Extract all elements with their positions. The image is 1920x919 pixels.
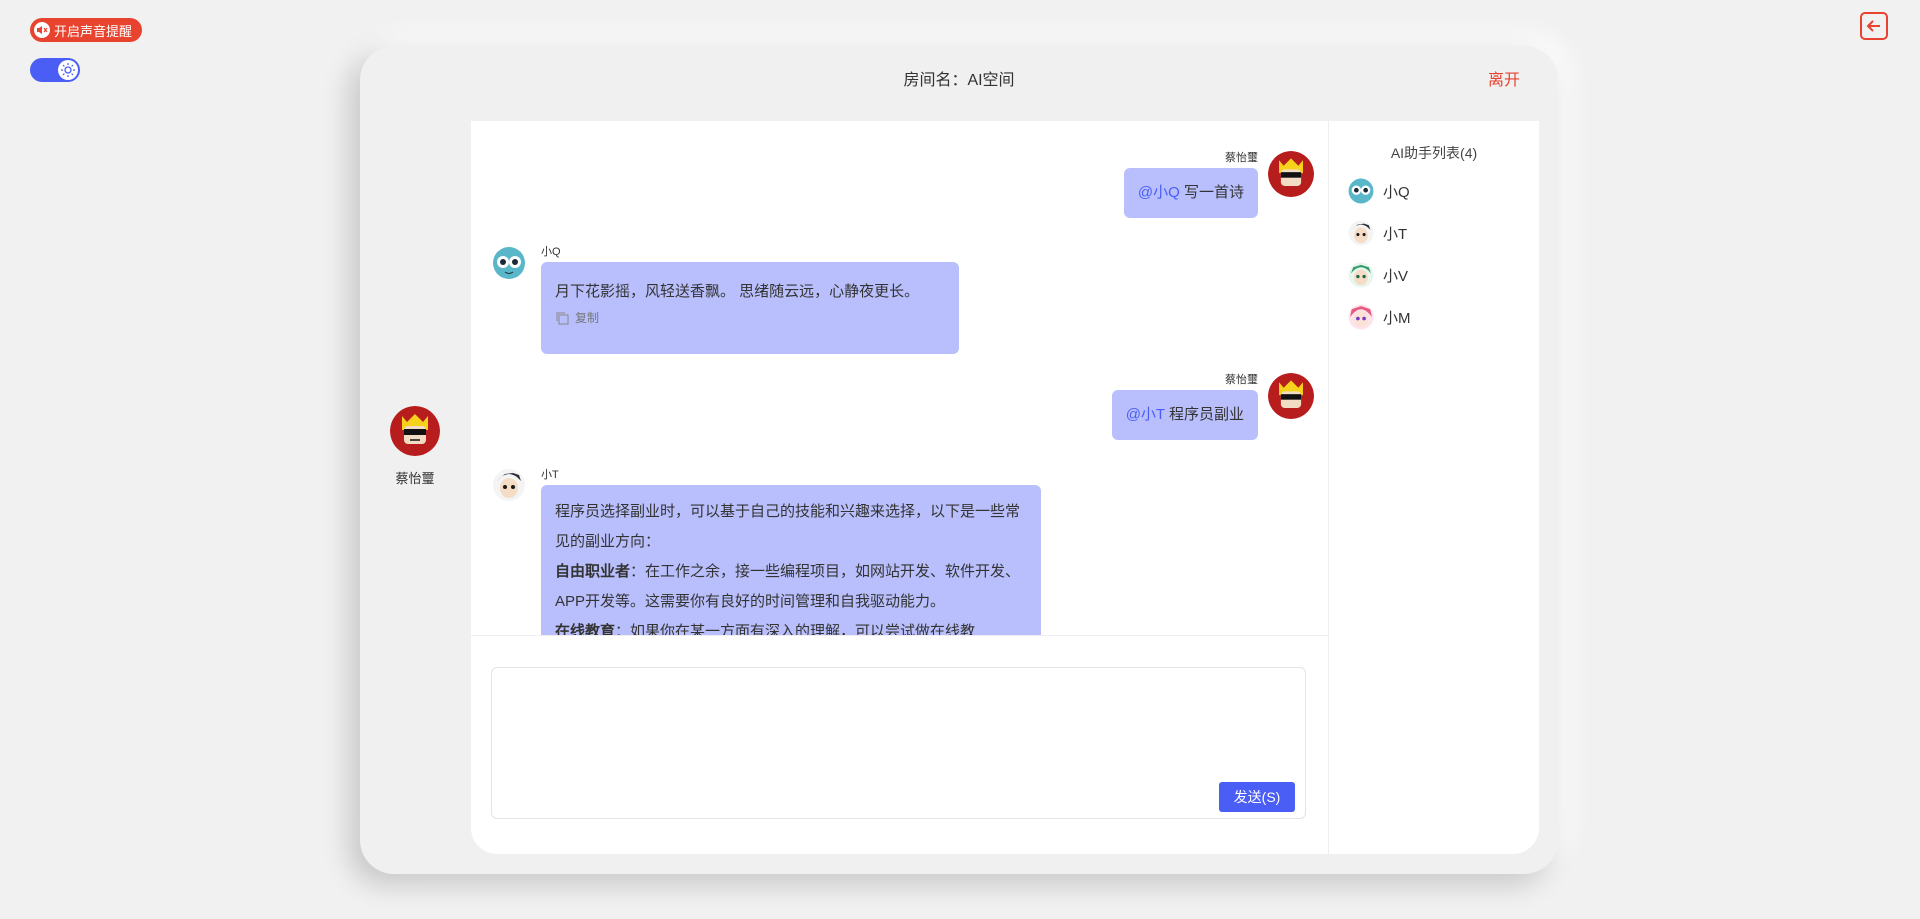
sound-alert-label: 开启声音提醒	[54, 23, 133, 39]
copy-label: 复制	[575, 311, 600, 325]
ai-assistant-list: AI助手列表(4) 小Q 小T 小V 小M	[1328, 121, 1539, 854]
avatar	[491, 467, 527, 503]
avatar	[1348, 178, 1374, 204]
message-composer: 发送(S)	[491, 667, 1306, 819]
logout-icon[interactable]	[1858, 10, 1890, 42]
message-bubble: 月下花影摇，风轻送香飘。 思绪随云远，心静夜更长。 复制	[541, 262, 959, 354]
avatar	[1348, 262, 1374, 288]
message-sender: 蔡怡璽	[1225, 374, 1258, 386]
message-ai: 小T 程序员选择副业时，可以基于自己的技能和兴趣来选择，以下是一些常见的副业方向…	[541, 466, 1041, 636]
message-sender: 小Q	[541, 246, 561, 258]
ai-item-xiaoq[interactable]: 小Q	[1329, 177, 1539, 205]
message-bubble: @小T 程序员副业	[1111, 390, 1258, 440]
chat-panel: 蔡怡璽 @小Q 写一首诗 小Q 月下花影摇，风轻送香飘。 思绪随云远，心静夜更长…	[471, 121, 1539, 854]
mention: @小Q	[1137, 184, 1180, 201]
speaker-muted-icon	[34, 22, 50, 38]
chat-room: 房间名：AI空间 离开 蔡怡璽 蔡怡璽 @小Q 写一首诗 小Q 月下花影摇，风轻…	[360, 46, 1558, 874]
message-input[interactable]	[492, 668, 1305, 818]
room-title: 房间名：AI空间	[903, 72, 1015, 89]
ai-item-name: 小V	[1383, 267, 1409, 285]
leave-button[interactable]: 离开	[1488, 66, 1520, 90]
message-sender: 小T	[541, 469, 559, 481]
message-sender: 蔡怡璽	[1225, 152, 1258, 164]
message-list[interactable]: 蔡怡璽 @小Q 写一首诗 小Q 月下花影摇，风轻送香飘。 思绪随云远，心静夜更长…	[471, 121, 1328, 636]
ai-item-xiaov[interactable]: 小V	[1329, 261, 1539, 289]
ai-item-name: 小M	[1383, 309, 1411, 327]
copy-button[interactable]: 复制	[555, 309, 945, 326]
avatar	[1268, 373, 1314, 419]
message-text: 写一首诗	[1179, 184, 1244, 201]
message-text: 月下花影摇，风轻送香飘。 思绪随云远，心静夜更长。	[555, 283, 920, 300]
message-user: 蔡怡璽 @小T 程序员副业	[1111, 371, 1258, 440]
message-user: 蔡怡璽 @小Q 写一首诗	[1123, 149, 1258, 218]
list-item-text: ：如果你在某一方面有深入的理解，可以尝试做在线教	[615, 623, 976, 636]
ai-item-name: 小T	[1383, 225, 1408, 243]
avatar	[1348, 220, 1374, 246]
avatar	[1348, 304, 1374, 330]
list-item-title: 自由职业者	[555, 563, 631, 580]
message-ai: 小Q 月下花影摇，风轻送香飘。 思绪随云远，心静夜更长。 复制	[541, 243, 959, 354]
mention: @小T	[1125, 406, 1165, 423]
current-user-name: 蔡怡璽	[395, 471, 435, 486]
sound-alert-toggle[interactable]: 开启声音提醒	[30, 18, 143, 42]
message-text: 程序员选择副业时，可以基于自己的技能和兴趣来选择，以下是一些常见的副业方向：	[555, 503, 1021, 550]
message-bubble: @小Q 写一首诗	[1123, 168, 1258, 218]
avatar	[491, 245, 527, 281]
copy-icon	[556, 312, 569, 324]
ai-item-xiaot[interactable]: 小T	[1329, 219, 1539, 247]
message-text: 程序员副业	[1164, 406, 1244, 423]
current-user: 蔡怡璽	[390, 406, 440, 487]
theme-switch[interactable]	[30, 58, 80, 82]
sun-icon	[58, 60, 78, 80]
send-button[interactable]: 发送(S)	[1219, 782, 1295, 812]
message-bubble: 程序员选择副业时，可以基于自己的技能和兴趣来选择，以下是一些常见的副业方向： 自…	[541, 485, 1041, 636]
avatar	[390, 406, 440, 456]
list-item-title: 在线教育	[555, 623, 616, 636]
avatar	[1268, 151, 1314, 197]
ai-list-title: AI助手列表(4)	[1390, 145, 1478, 161]
ai-item-xiaom[interactable]: 小M	[1329, 303, 1539, 331]
ai-item-name: 小Q	[1383, 183, 1410, 201]
